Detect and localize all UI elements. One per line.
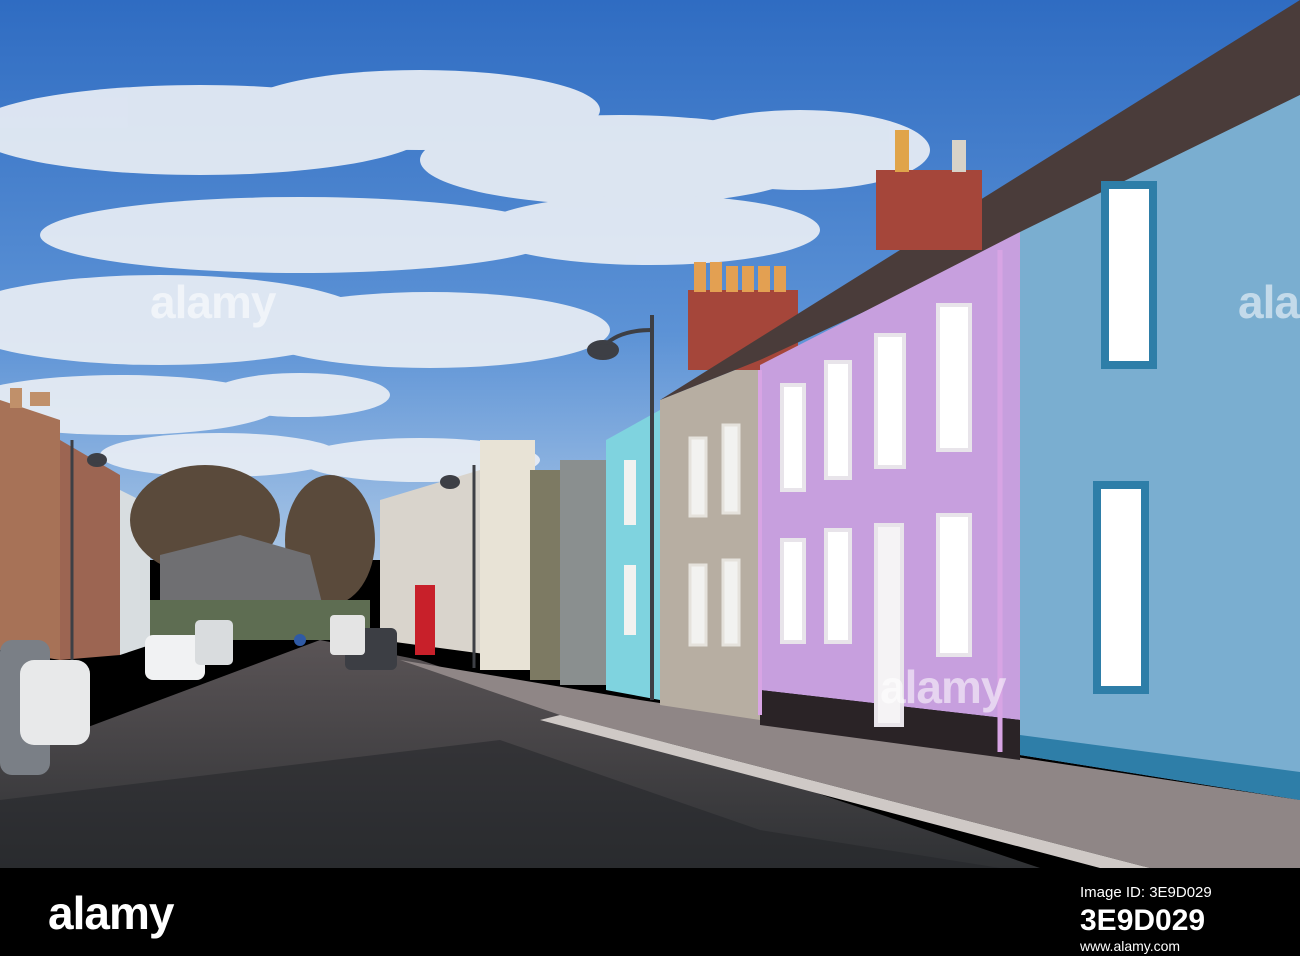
site-url[interactable]: www.alamy.com xyxy=(1080,938,1180,954)
left-house xyxy=(0,400,60,660)
left-house-2 xyxy=(60,440,120,660)
cyclist xyxy=(294,634,306,646)
grey-house xyxy=(660,360,760,720)
image-id-label: Image ID: 3E9D029 xyxy=(1080,884,1212,901)
image-id: 3E9D029 xyxy=(1080,904,1206,937)
street-scene-photo xyxy=(0,0,1300,868)
photo-frame: alamy alamy alamy alamy Image ID: 3E9D02… xyxy=(0,0,1300,956)
brand-logo[interactable]: alamy xyxy=(48,886,174,940)
footer-strip: alamy Image ID: 3E9D029 3E9D029 www.alam… xyxy=(0,868,1300,956)
chimney-2 xyxy=(876,170,982,250)
